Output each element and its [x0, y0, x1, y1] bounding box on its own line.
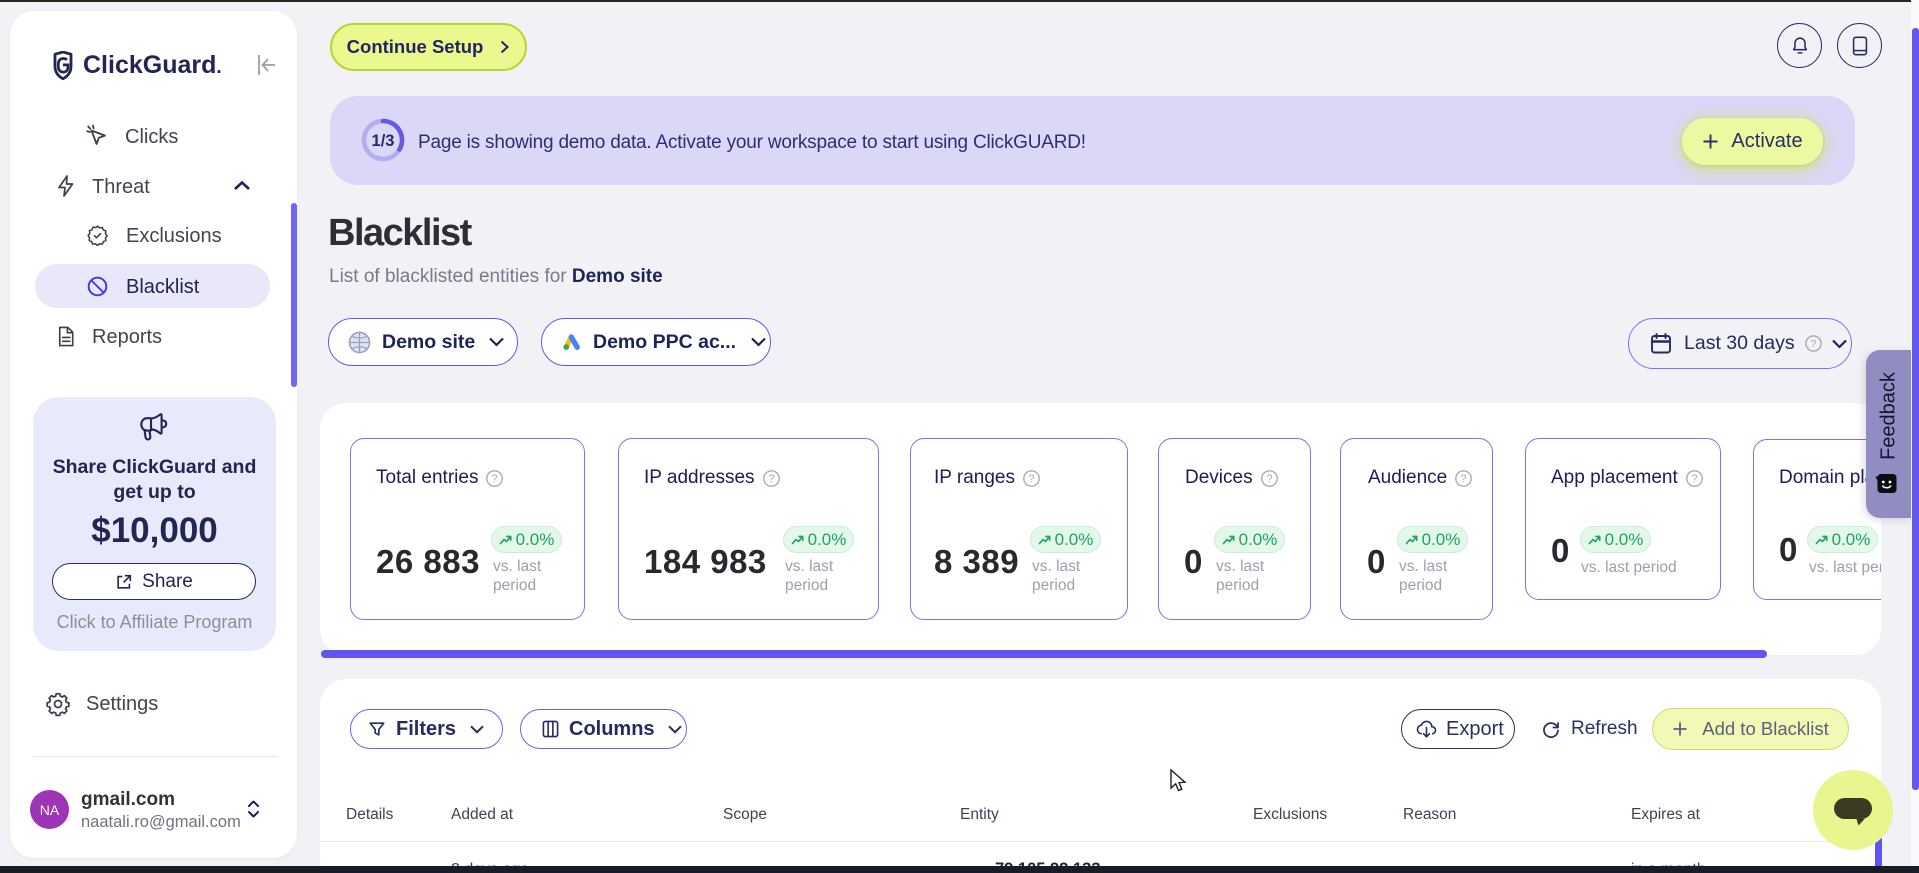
svg-text:?: ? [1810, 338, 1816, 350]
svg-text:1/3: 1/3 [372, 132, 395, 150]
